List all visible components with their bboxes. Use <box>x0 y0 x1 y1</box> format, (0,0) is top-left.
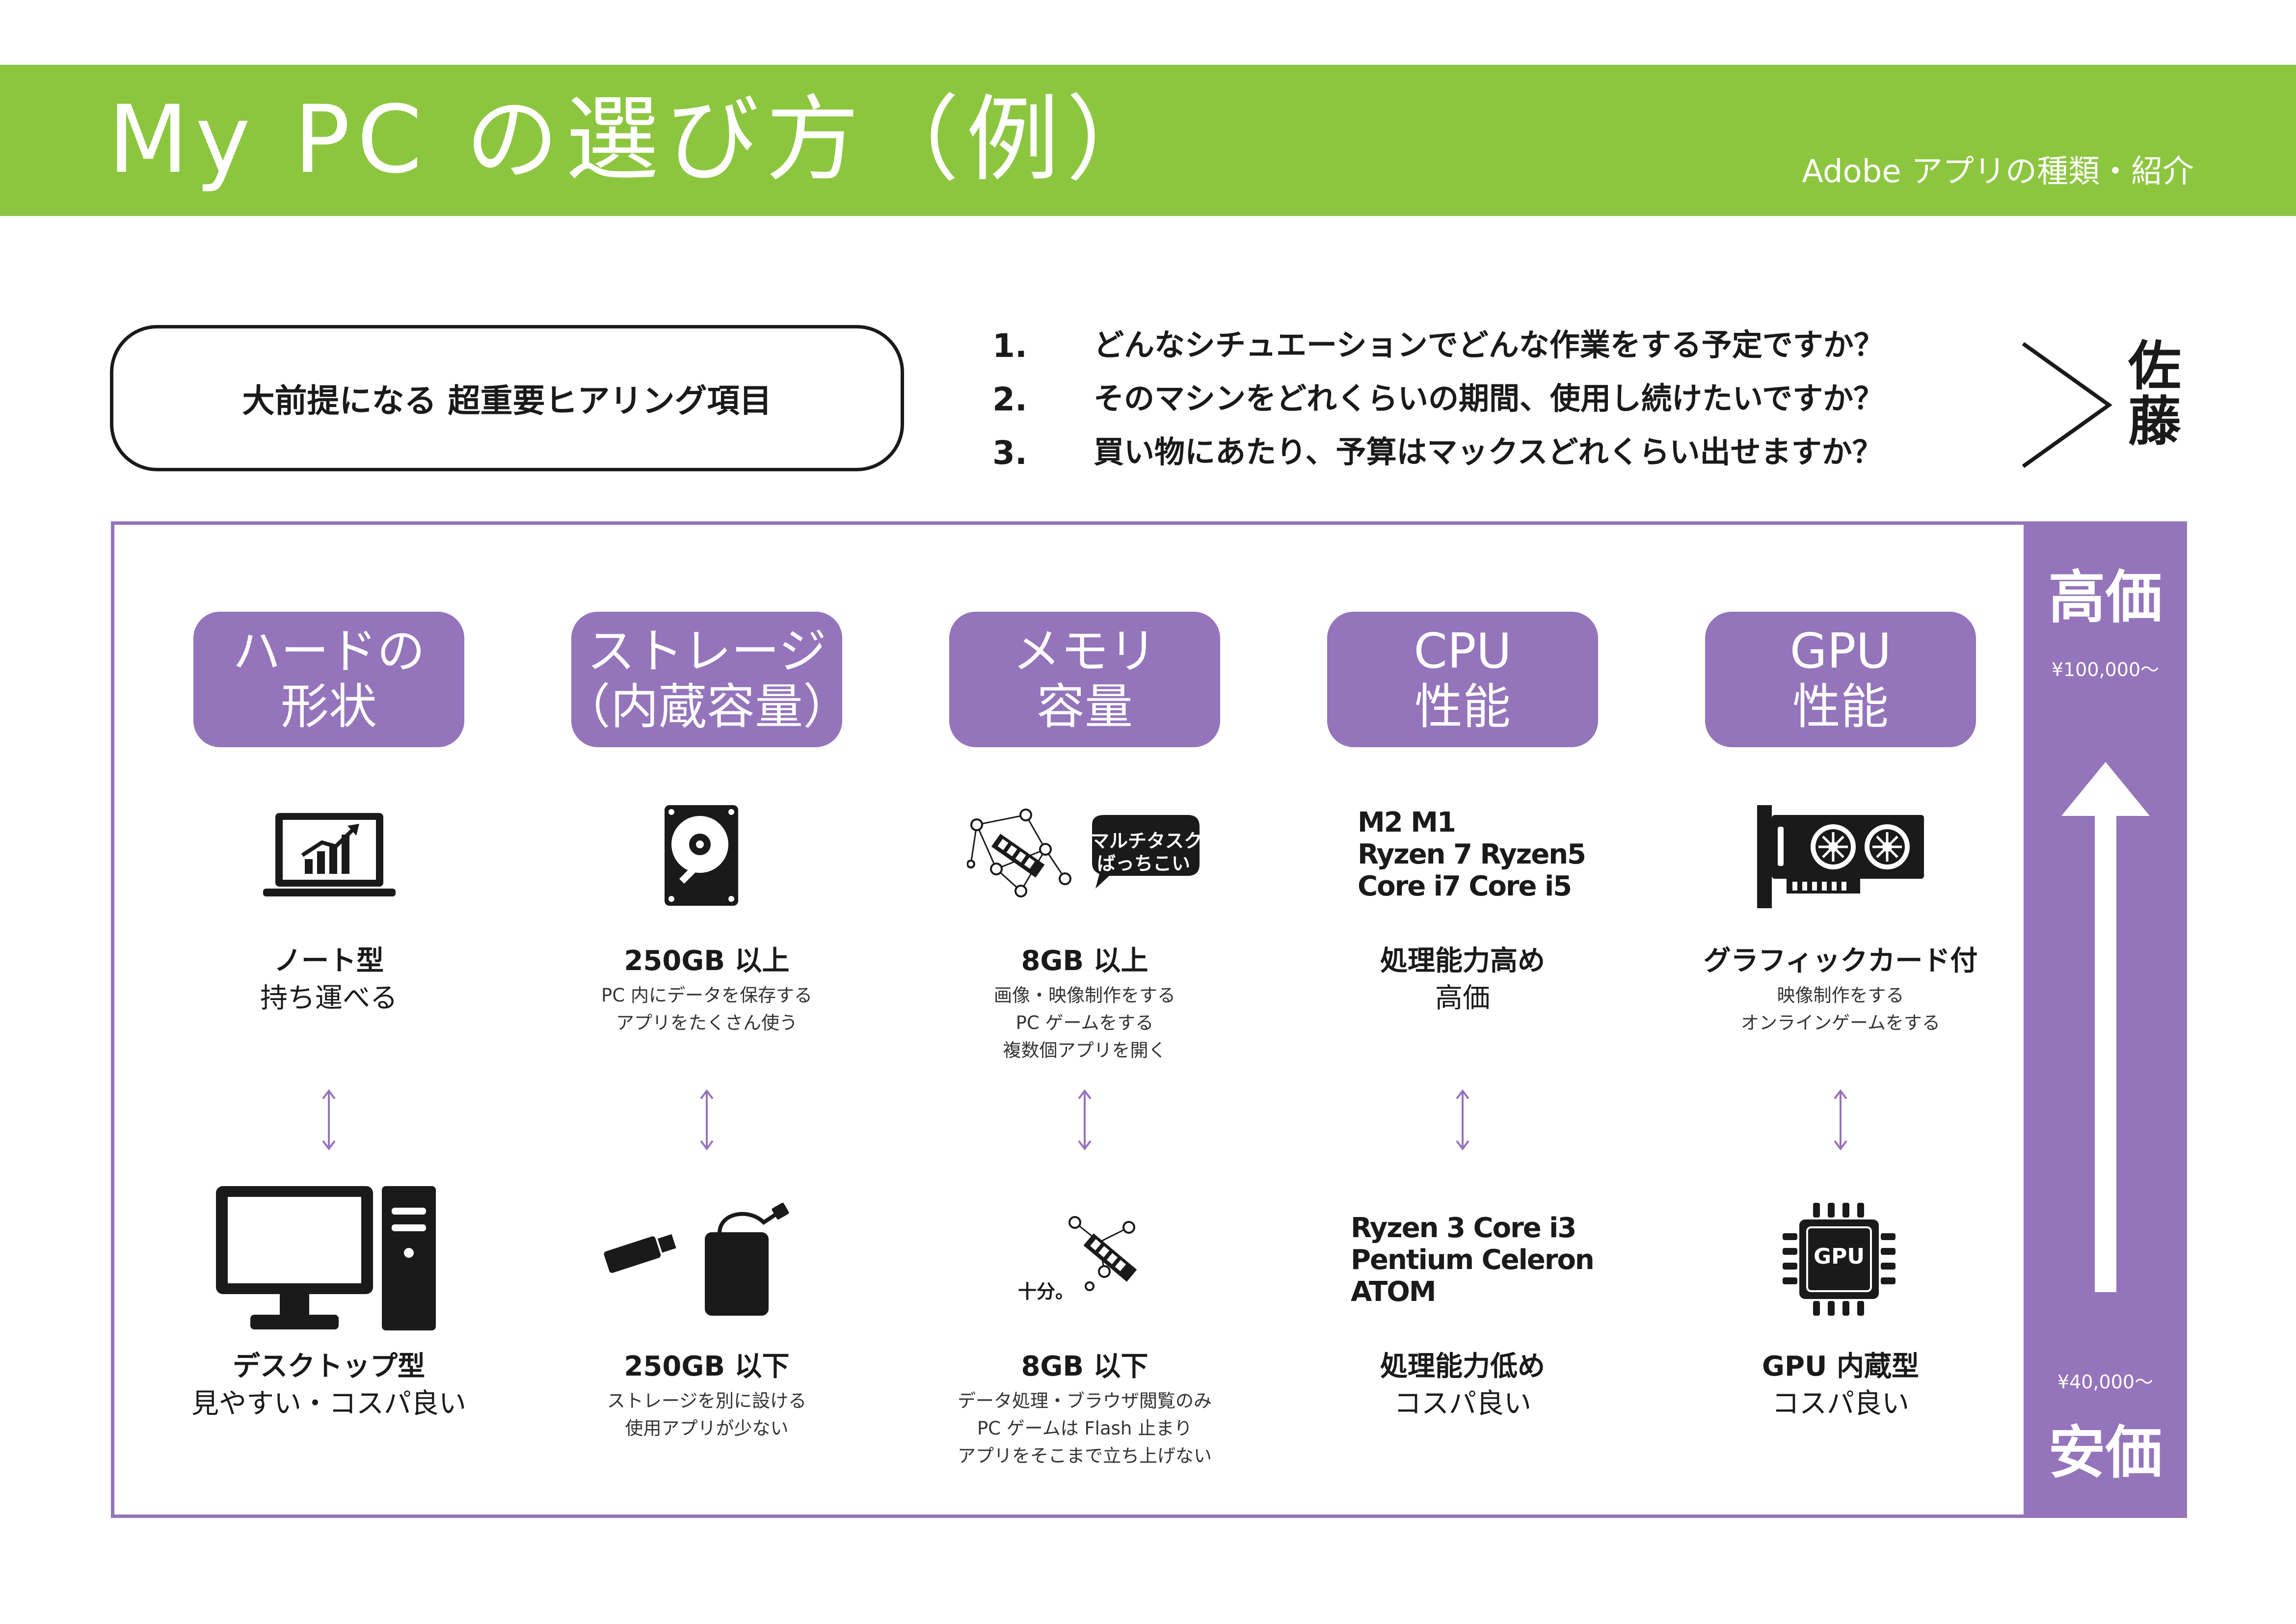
graphics-card-icon <box>1757 805 1924 908</box>
cpu-model-line: Ryzen 7 Ryzen5 <box>1358 838 1586 870</box>
question-number: 3. <box>992 434 1027 472</box>
double-arrow-icon <box>1078 1089 1092 1151</box>
category-memory: メモリ 容量 <box>949 612 1220 747</box>
speech-bubble-text: マルチタスク ばっちこい <box>1091 830 1203 875</box>
cpu-high-models: M2 M1 Ryzen 7 Ryzen5 Core i7 Core i5 <box>1358 807 1586 903</box>
price-low-value: ¥40,000～ <box>2057 1371 2154 1393</box>
category-hardware-form: ハードの 形状 <box>193 612 464 747</box>
category-cpu: CPU 性能 <box>1327 612 1598 747</box>
memory-caption: 十分。 <box>1018 1281 1074 1302</box>
category-storage: ストレージ （内蔵容量） <box>562 612 851 747</box>
option-note: アプリをたくさん使う <box>616 1012 798 1033</box>
desktop-computer-icon <box>216 1186 436 1330</box>
option-note: オンラインゲームをする <box>1741 1012 1940 1033</box>
category-gpu: GPU 性能 <box>1705 612 1976 747</box>
category-label: CPU <box>1414 623 1512 680</box>
bubble-line: ばっちこい <box>1096 853 1190 875</box>
cpu-model-line: Core i7 Core i5 <box>1358 870 1572 902</box>
double-arrow-icon <box>322 1089 336 1151</box>
question-text: どんなシチュエーションでどんな作業をする予定ですか？ <box>1094 327 1884 363</box>
category-label: GPU <box>1789 623 1892 680</box>
double-arrow-icon <box>1834 1089 1847 1151</box>
double-arrow-icon <box>1456 1089 1469 1151</box>
option-subtitle: 高価 <box>1435 982 1490 1014</box>
page-title: My PC の選び方（例） <box>108 85 1167 194</box>
category-label: ストレージ <box>587 623 827 680</box>
question-text: 買い物にあたり、予算はマックスどれくらい出せますか？ <box>1094 434 1883 470</box>
option-title: 8GB 以上 <box>1021 945 1148 977</box>
chevron-right-icon <box>2022 342 2112 468</box>
option-subtitle: コスパ良い <box>1772 1388 1909 1420</box>
option-title: 処理能力高め <box>1380 945 1545 977</box>
option-title: デスクトップ型 <box>233 1351 425 1382</box>
option-title: 250GB 以上 <box>624 945 790 977</box>
hard-disk-icon <box>665 805 738 906</box>
price-high-label: 高価 <box>2048 565 2163 631</box>
option-note: PC ゲームは Flash 止まり <box>977 1418 1193 1439</box>
cpu-model-line: M2 M1 <box>1358 807 1456 839</box>
option-title: グラフィックカード付 <box>1703 945 1978 977</box>
page-subtitle: Adobe アプリの種類・紹介 <box>1802 154 2194 190</box>
option-title: GPU 内蔵型 <box>1762 1351 1919 1382</box>
premise-label: 大前提になる 超重要ヒアリング項目 <box>242 382 772 420</box>
category-label: 形状 <box>280 679 377 735</box>
option-note: ストレージを別に設ける <box>607 1390 807 1411</box>
cpu-model-line: ATOM <box>1351 1275 1437 1308</box>
option-note: PC 内にデータを保存する <box>601 985 812 1006</box>
option-title: 8GB 以下 <box>1021 1351 1148 1382</box>
option-subtitle: コスパ良い <box>1394 1388 1531 1420</box>
gpu-chip-label: GPU <box>1813 1244 1865 1269</box>
option-note: 画像・映像制作をする <box>994 985 1175 1006</box>
option-subtitle: 持ち運べる <box>260 982 398 1014</box>
external-storage-icon <box>604 1203 789 1316</box>
option-title: 処理能力低め <box>1380 1351 1545 1382</box>
category-label: メモリ <box>1012 623 1157 680</box>
person-name: 佐藤 <box>2128 336 2181 453</box>
category-label: 性能 <box>1414 679 1511 735</box>
option-subtitle: 見やすい・コスパ良い <box>191 1388 466 1420</box>
option-note: PC ゲームをする <box>1015 1012 1154 1033</box>
option-note: 映像制作をする <box>1777 985 1904 1006</box>
price-high-value: ¥100,000～ <box>2051 659 2160 680</box>
laptop-chart-icon <box>263 813 396 896</box>
option-note: データ処理・ブラウザ閲覧のみ <box>958 1390 1212 1411</box>
double-arrow-icon <box>700 1089 714 1151</box>
option-note: 複数個アプリを開く <box>1003 1040 1167 1061</box>
question-text: そのマシンをどれくらいの期間、使用し続けたいですか？ <box>1094 380 1884 416</box>
category-label: ハードの <box>232 623 425 680</box>
cpu-model-line: Ryzen 3 Core i3 <box>1351 1212 1576 1244</box>
premise-box: 大前提になる 超重要ヒアリング項目 <box>110 325 904 471</box>
cpu-low-models: Ryzen 3 Core i3 Pentium Celeron ATOM <box>1351 1212 1595 1308</box>
option-title: ノート型 <box>274 945 384 977</box>
bubble-line: マルチタスク <box>1091 830 1203 852</box>
category-label: 性能 <box>1792 679 1889 735</box>
cpu-model-line: Pentium Celeron <box>1351 1244 1595 1276</box>
price-low-label: 安価 <box>2048 1420 2163 1486</box>
category-label: 容量 <box>1036 679 1133 735</box>
question-number: 1. <box>992 327 1027 365</box>
option-note: アプリをそこまで立ち上げない <box>958 1445 1212 1466</box>
option-note: 使用アプリが少ない <box>625 1418 789 1439</box>
category-label: （内蔵容量） <box>562 679 852 735</box>
question-number: 2. <box>992 380 1027 418</box>
arrow-up-icon <box>2061 762 2150 1292</box>
option-title: 250GB 以下 <box>624 1351 790 1382</box>
